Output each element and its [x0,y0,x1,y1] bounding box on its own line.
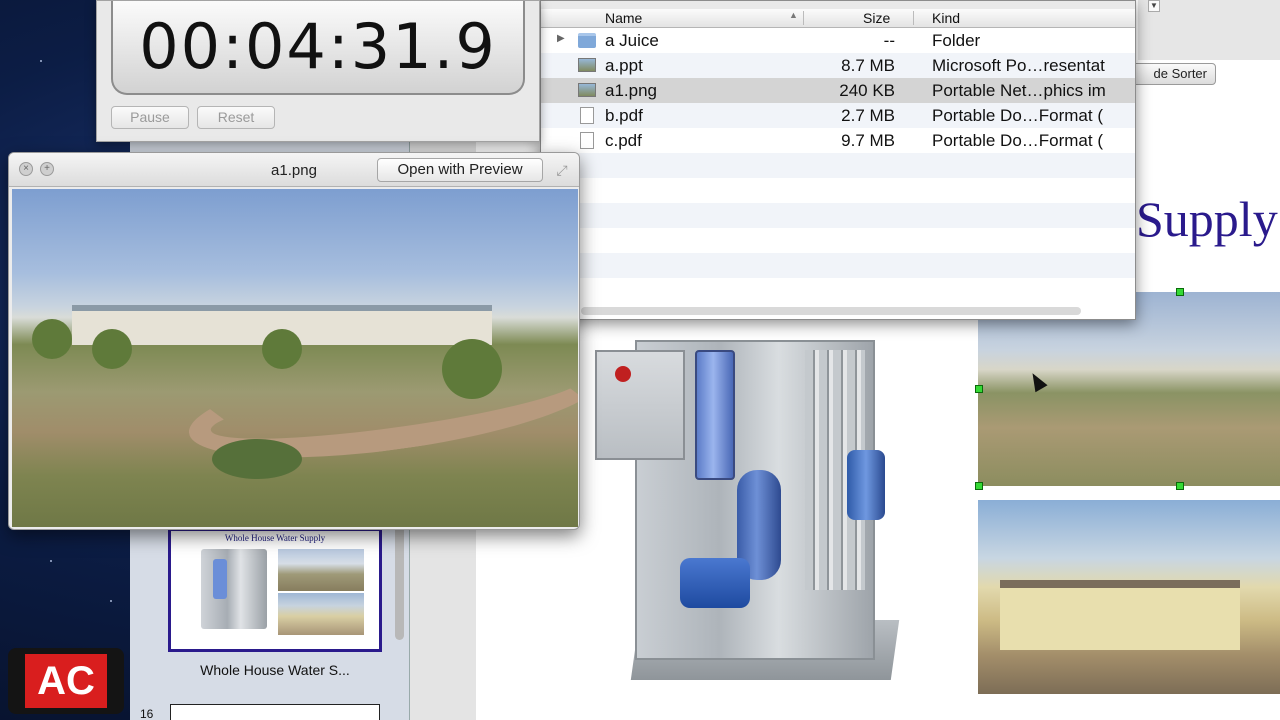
file-row[interactable]: a.ppt 8.7 MB Microsoft Po…resentat [541,53,1135,78]
file-name: b.pdf [605,106,643,125]
pause-button[interactable]: Pause [111,106,189,129]
file-row-folder[interactable]: ▶ a Juice -- Folder [541,28,1135,53]
machine-filter [695,350,735,480]
finder-window: Name ▲ Size Kind ▶ a Juice -- Folder a.p… [540,0,1136,320]
fullscreen-icon[interactable]: ⤢ [553,161,571,179]
ac-logo: AC [8,648,124,714]
tree-shape [32,319,72,359]
file-row[interactable]: b.pdf 2.7 MB Portable Do…Format ( [541,103,1135,128]
folder-icon [578,33,596,48]
star [50,560,52,562]
file-size: 240 KB [839,81,895,100]
file-size: 2.7 MB [841,106,895,125]
reset-button[interactable]: Reset [197,106,275,129]
tree-shape [92,329,132,369]
stopwatch-window: 00:04:31.9 Pause Reset [96,0,540,142]
machine-control-panel [595,350,685,460]
thumbnail-landscape-image [278,549,364,591]
slide-number: 16 [140,707,154,720]
empty-row [541,153,1135,178]
slide-thumbnail-next[interactable] [170,704,380,720]
tree-shape [442,339,502,399]
red-button-icon [615,366,631,382]
finder-status-bar [541,1,1135,9]
thumbnail-machine-image [201,549,267,629]
slide-thumbnail-selected[interactable]: Whole House Water Supply [168,528,382,652]
house-shape [1000,580,1240,650]
disclosure-triangle-icon[interactable]: ▶ [557,33,565,44]
open-with-preview-button[interactable]: Open with Preview [377,158,543,182]
slide-label: Whole House Water S... [200,662,350,678]
water-treatment-machine-image[interactable] [595,320,925,690]
navigator-scrollbar[interactable] [395,520,404,640]
file-name: a.ppt [605,56,643,75]
selection-handle[interactable] [1176,482,1184,490]
empty-row [541,253,1135,278]
file-kind: Microsoft Po…resentat [932,56,1105,75]
slide-photo-landscape[interactable] [978,292,1280,486]
quicklook-titlebar[interactable]: × + a1.png Open with Preview ⤢ [9,153,579,187]
stopwatch-time-display: 00:04:31.9 [111,1,525,95]
quicklook-image-preview [12,189,578,527]
machine-pump [680,558,750,608]
sort-ascending-icon: ▲ [789,10,798,20]
pdf-file-icon [580,107,594,124]
selection-handle[interactable] [975,385,983,393]
file-size: 9.7 MB [841,131,895,150]
selection-handle[interactable] [1176,288,1184,296]
machine-tank-small [847,450,885,520]
file-size: -- [883,31,895,50]
star [110,600,112,602]
file-kind: Portable Net…phics im [932,81,1106,100]
thumbnail-house-image [278,593,364,635]
finder-toolbar-area: ▼ [1138,0,1280,60]
shrub-shape [212,439,302,479]
column-size-header[interactable]: Size [863,10,890,26]
file-name: a1.png [605,81,657,100]
file-row-selected[interactable]: a1.png 240 KB Portable Net…phics im [541,78,1135,103]
file-kind: Portable Do…Format ( [932,106,1103,125]
pdf-file-icon [580,132,594,149]
file-size: 8.7 MB [841,56,895,75]
selection-handle[interactable] [975,482,983,490]
column-kind-header[interactable]: Kind [932,10,960,26]
slide-title[interactable]: Supply [1136,190,1278,248]
light-table-button[interactable]: de Sorter [1132,63,1216,85]
finder-column-header: Name ▲ Size Kind [541,9,1135,28]
column-name-header[interactable]: Name [605,10,642,26]
horizontal-scrollbar[interactable] [581,307,1081,315]
empty-row [541,178,1135,203]
column-divider[interactable] [913,11,914,25]
quicklook-window: × + a1.png Open with Preview ⤢ [8,152,580,530]
ac-logo-text: AC [25,654,107,708]
file-kind: Portable Do…Format ( [932,131,1103,150]
file-kind: Folder [932,31,981,50]
thumbnail-title: Whole House Water Supply [224,533,326,543]
ppt-file-icon [578,58,596,72]
chevron-down-icon[interactable]: ▼ [1148,0,1160,12]
column-divider[interactable] [803,11,804,25]
empty-row [541,203,1135,228]
file-row[interactable]: c.pdf 9.7 MB Portable Do…Format ( [541,128,1135,153]
file-name: a Juice [605,31,659,50]
star [40,60,42,62]
tree-shape [262,329,302,369]
file-name: c.pdf [605,131,642,150]
empty-row [541,228,1135,253]
png-file-icon [578,83,596,97]
